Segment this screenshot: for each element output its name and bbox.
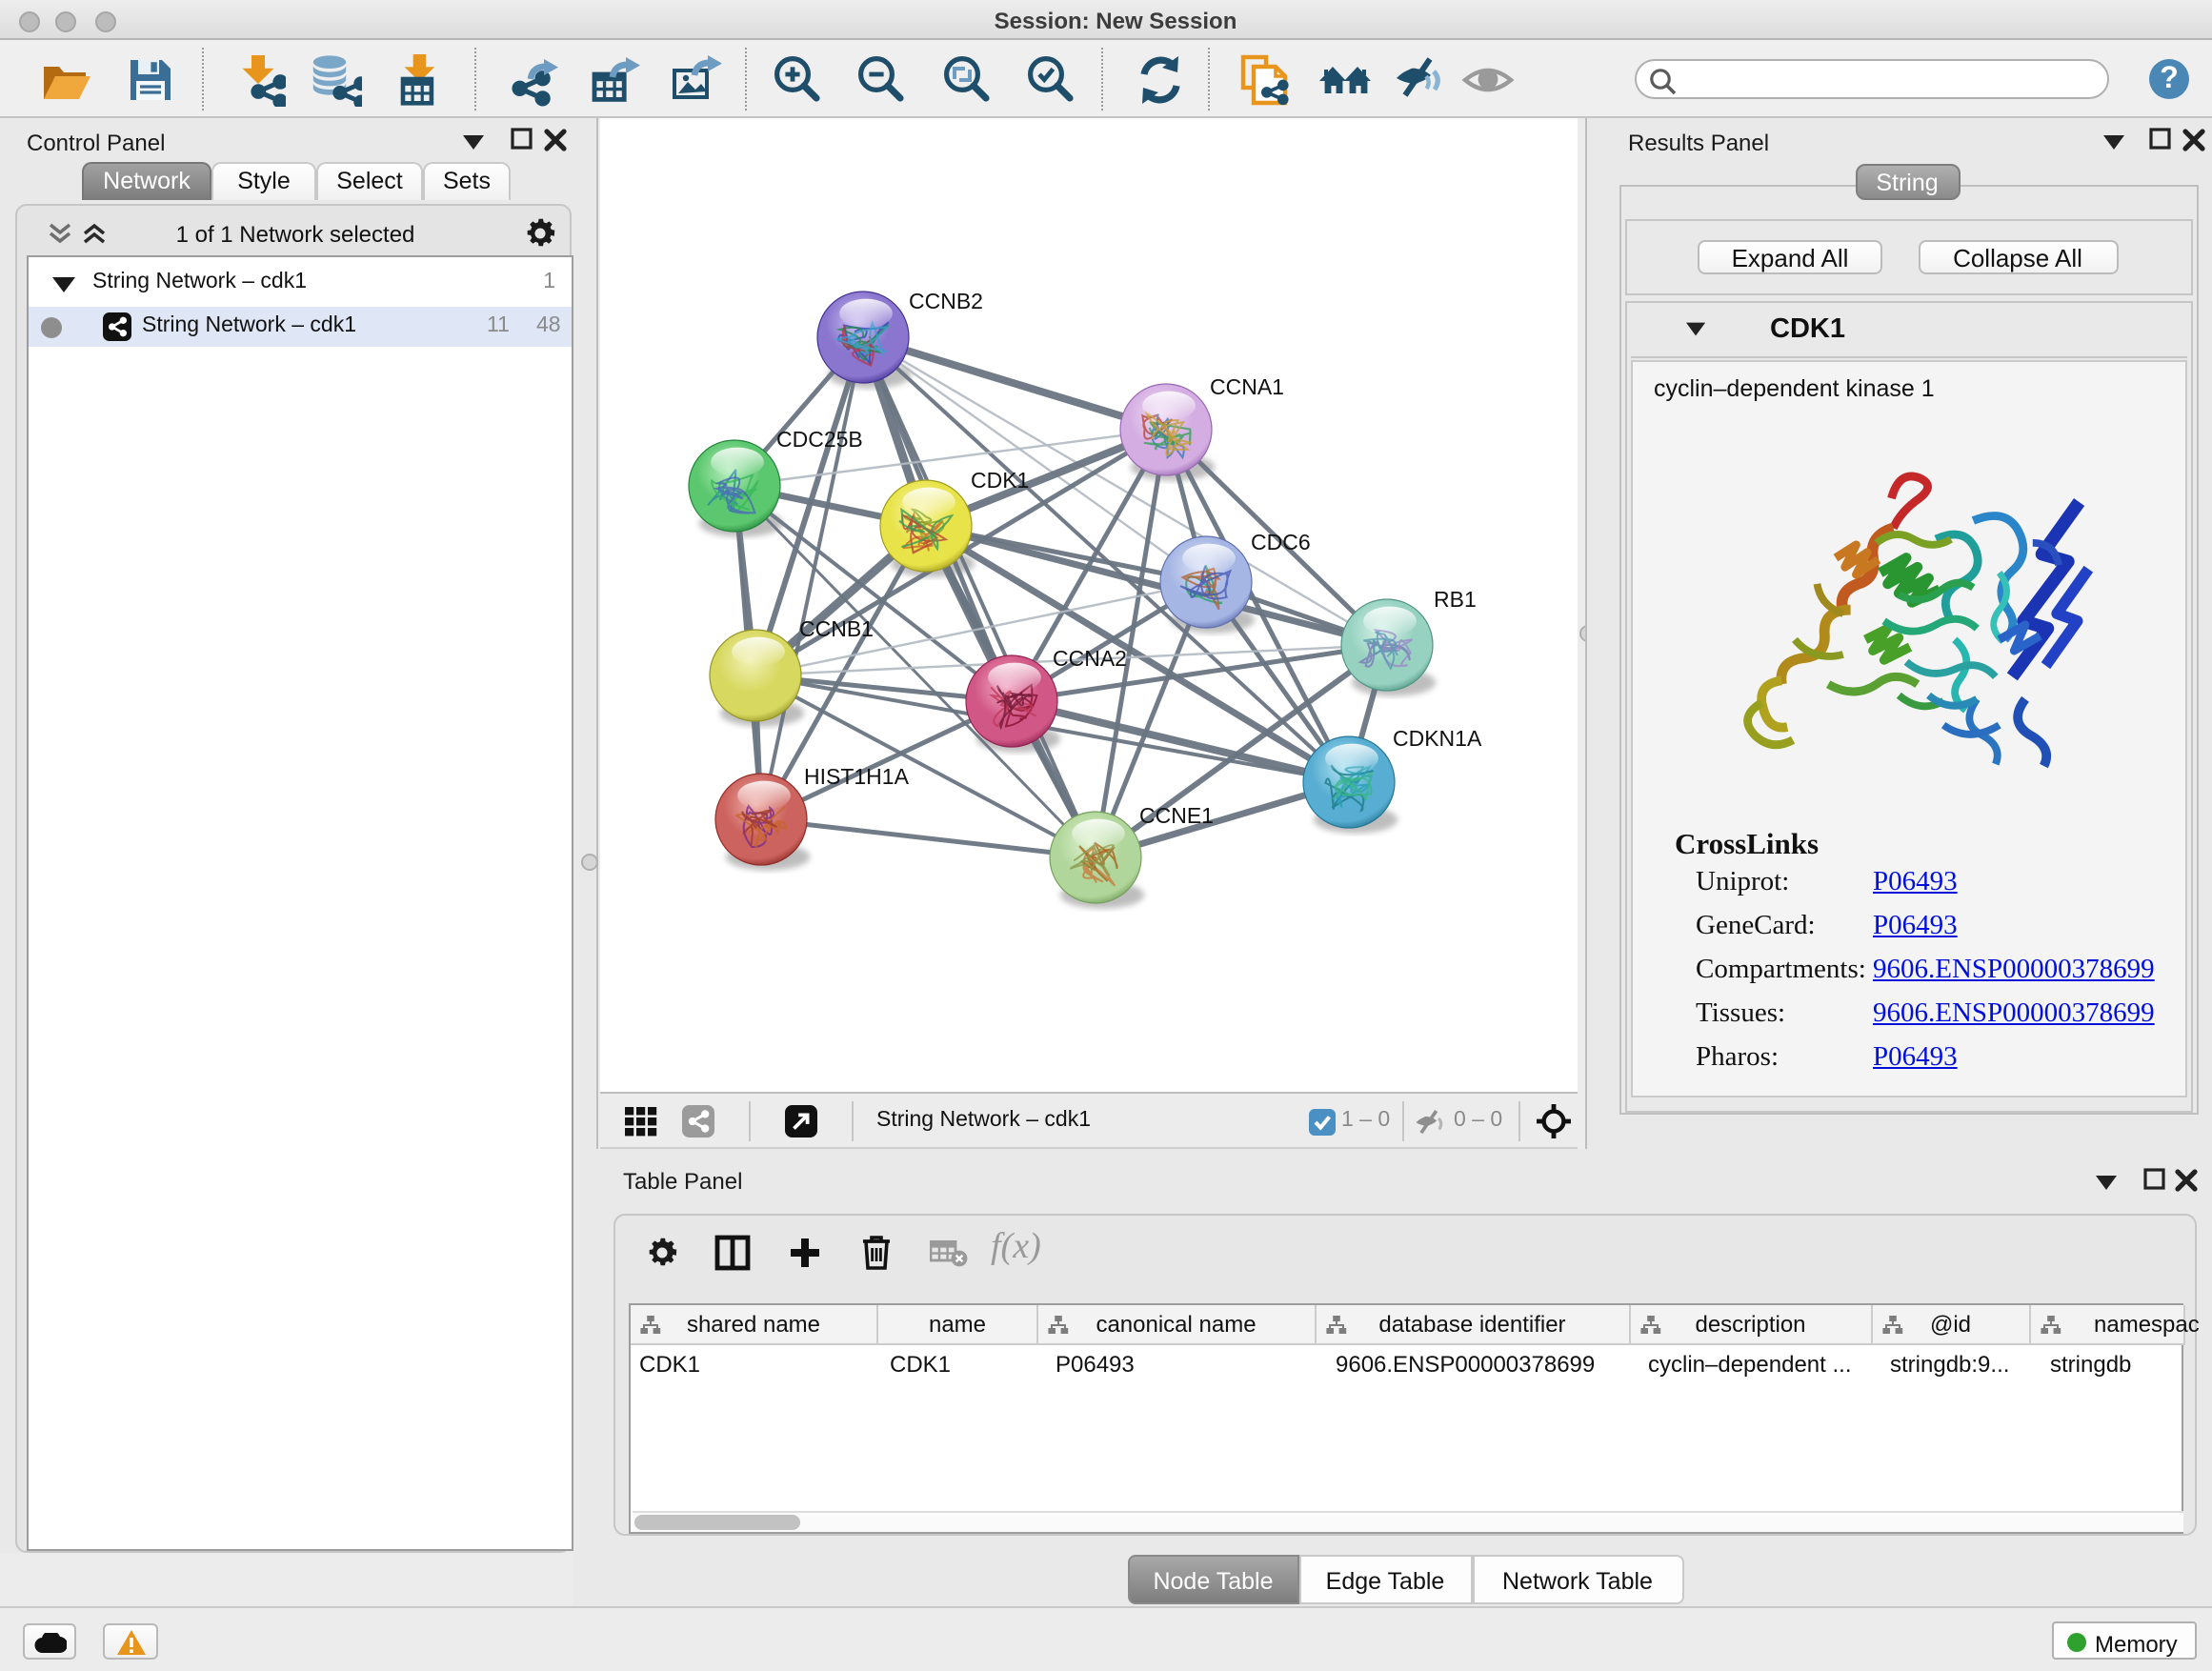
- svg-text:CCNB2: CCNB2: [909, 289, 983, 313]
- svg-text:CDC25B: CDC25B: [776, 427, 863, 452]
- svg-text:CDC6: CDC6: [1251, 530, 1311, 554]
- svg-text:HIST1H1A: HIST1H1A: [804, 764, 910, 789]
- svg-text:CDK1: CDK1: [971, 468, 1029, 493]
- svg-text:CDKN1A: CDKN1A: [1393, 726, 1482, 751]
- svg-text:CCNB1: CCNB1: [799, 616, 874, 641]
- svg-text:CCNE1: CCNE1: [1139, 803, 1214, 828]
- svg-text:CCNA1: CCNA1: [1210, 374, 1284, 399]
- svg-text:RB1: RB1: [1434, 587, 1477, 612]
- svg-text:CCNA2: CCNA2: [1053, 646, 1127, 671]
